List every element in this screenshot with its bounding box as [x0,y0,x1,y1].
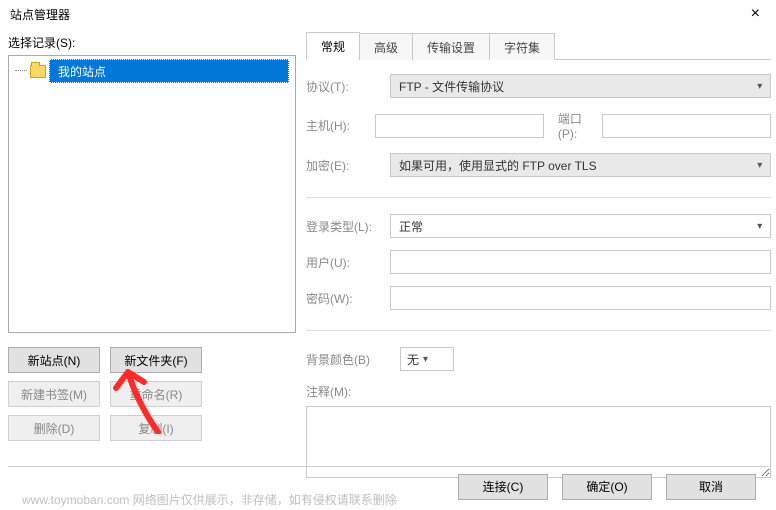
password-label: 密码(W): [306,290,380,307]
encryption-select[interactable]: 如果可用，使用显式的 FTP over TLS ▾ [390,153,771,177]
port-label: 端口(P): [558,110,592,141]
tab-charset[interactable]: 字符集 [489,33,555,60]
rename-button: 重命名(R) [110,381,202,407]
notes-label: 注释(M): [306,383,380,400]
bottom-bar: 连接(C) 确定(O) 取消 [8,466,768,506]
tab-advanced[interactable]: 高级 [359,33,413,60]
new-folder-button[interactable]: 新文件夹(F) [110,347,202,373]
protocol-select[interactable]: FTP - 文件传输协议 ▾ [390,74,771,98]
user-label: 用户(U): [306,254,380,271]
chevron-down-icon: ▾ [423,354,428,365]
new-site-button[interactable]: 新站点(N) [8,347,100,373]
tree-node-label[interactable]: 我的站点 [49,59,289,83]
left-panel: 选择记录(S): 我的站点 新站点(N) 新文件夹(F) 新建书签(M) 重命名… [8,34,296,462]
separator [306,330,771,331]
tree-root-node[interactable]: 我的站点 [15,62,289,80]
bgcolor-value: 无 [407,351,419,368]
protocol-label: 协议(T): [306,78,380,95]
site-tree[interactable]: 我的站点 [8,55,296,333]
new-bookmark-button: 新建书签(M) [8,381,100,407]
general-form: 协议(T): FTP - 文件传输协议 ▾ 主机(H): 端口(P): 加密(E… [306,60,771,478]
title-bar: 站点管理器 × [0,0,776,28]
bgcolor-label: 背景颜色(B) [306,351,390,368]
encryption-label: 加密(E): [306,157,380,174]
connect-button[interactable]: 连接(C) [458,474,548,500]
password-input[interactable] [390,286,771,310]
copy-button: 复制(I) [110,415,202,441]
host-input[interactable] [375,114,544,138]
chevron-down-icon: ▾ [757,221,762,232]
right-panel: 常规 高级 传输设置 字符集 协议(T): FTP - 文件传输协议 ▾ 主机(… [306,34,771,462]
window-title: 站点管理器 [10,6,70,23]
chevron-down-icon: ▾ [757,81,762,92]
tab-transfer[interactable]: 传输设置 [412,33,490,60]
user-input[interactable] [390,250,771,274]
folder-icon [30,65,46,78]
ok-button[interactable]: 确定(O) [562,474,652,500]
logon-type-value: 正常 [399,218,423,235]
logon-type-select[interactable]: 正常 ▾ [390,214,771,238]
close-icon[interactable]: × [745,6,766,22]
tab-general[interactable]: 常规 [306,32,360,60]
tree-connector-icon [15,62,27,71]
protocol-value: FTP - 文件传输协议 [399,78,504,95]
chevron-down-icon: ▾ [757,160,762,171]
port-input[interactable] [602,114,771,138]
tab-strip: 常规 高级 传输设置 字符集 [306,34,771,60]
cancel-button[interactable]: 取消 [666,474,756,500]
delete-button: 删除(D) [8,415,100,441]
separator [306,197,771,198]
host-label: 主机(H): [306,117,365,134]
select-record-label: 选择记录(S): [8,34,296,51]
bgcolor-select[interactable]: 无 ▾ [400,347,454,371]
encryption-value: 如果可用，使用显式的 FTP over TLS [399,157,597,174]
logon-type-label: 登录类型(L): [306,218,380,235]
